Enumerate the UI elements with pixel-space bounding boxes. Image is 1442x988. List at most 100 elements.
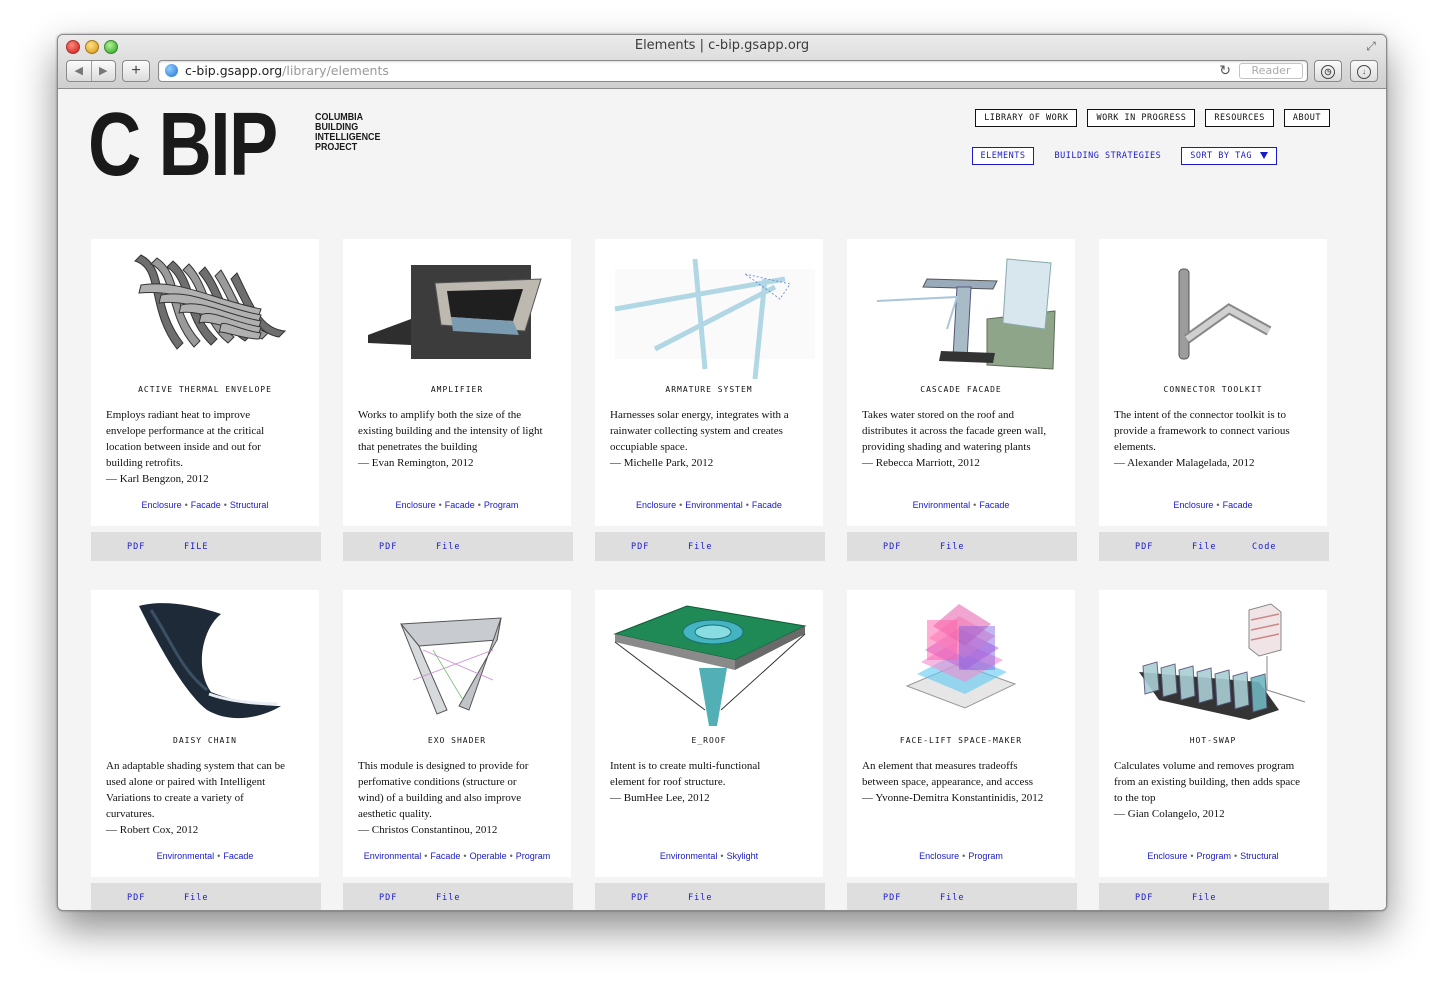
element-image[interactable] (595, 239, 823, 380)
element-image[interactable] (847, 239, 1075, 379)
download-link-file[interactable]: File (1192, 893, 1216, 903)
download-link-file[interactable]: FILE (184, 542, 208, 552)
nav-about[interactable]: ABOUT (1283, 109, 1330, 127)
forward-button[interactable]: ▶ (90, 61, 116, 81)
download-link-pdf[interactable]: PDF (379, 893, 397, 903)
tag-link[interactable]: Facade (191, 500, 221, 510)
element-description: Employs radiant heat to improve envelope … (106, 407, 306, 487)
download-link-pdf[interactable]: PDF (883, 893, 901, 903)
download-link-file[interactable]: File (436, 542, 460, 552)
download-link-file[interactable]: File (1192, 542, 1216, 552)
site-logo[interactable]: C BIP (88, 95, 278, 195)
element-title[interactable]: ACTIVE THERMAL ENVELOPE (91, 385, 319, 394)
element-title[interactable]: CASCADE FACADE (847, 385, 1075, 394)
element-title[interactable]: HOT-SWAP (1099, 736, 1327, 745)
back-button[interactable]: ◀ (67, 61, 91, 81)
download-link-file[interactable]: File (688, 893, 712, 903)
element-image[interactable] (595, 590, 823, 730)
element-download-bar: PDF FILE (91, 532, 321, 561)
tag-link[interactable]: Enclosure (142, 500, 182, 510)
description-line: aesthetic quality. (358, 808, 432, 820)
new-tab-button[interactable]: + (122, 60, 150, 82)
download-link-pdf[interactable]: PDF (127, 542, 145, 552)
tag-link[interactable]: Program (1197, 851, 1232, 861)
url-text[interactable]: c-bip.gsapp.org/library/elements (185, 63, 389, 78)
element-download-bar: PDF File (847, 532, 1077, 561)
element-download-bar: PDF File (343, 532, 573, 561)
tag-link[interactable]: Structural (230, 500, 269, 510)
element-title[interactable]: AMPLIFIER (343, 385, 571, 394)
description-line: perfomative conditions (structure or (358, 776, 517, 788)
tag-link[interactable]: Facade (430, 851, 460, 861)
address-bar[interactable]: c-bip.gsapp.org/library/elements ↻ Reade… (158, 60, 1308, 82)
history-button[interactable]: ◷ (1314, 60, 1342, 82)
tag-link[interactable]: Enclosure (1147, 851, 1187, 861)
element-image[interactable] (91, 590, 319, 730)
description-line: to the top (1114, 792, 1156, 804)
nav-work-in-progress[interactable]: WORK IN PROGRESS (1087, 109, 1196, 127)
fullscreen-icon[interactable]: ⤢ (1364, 39, 1378, 53)
tag-link[interactable]: Operable (470, 851, 507, 861)
download-link-file[interactable]: File (940, 542, 964, 552)
tag-link[interactable]: Enclosure (396, 500, 436, 510)
download-link-file[interactable]: File (436, 893, 460, 903)
tag-link[interactable]: Enclosure (636, 500, 676, 510)
download-link-pdf[interactable]: PDF (1135, 542, 1153, 552)
subnav-building-strategies[interactable]: BUILDING STRATEGIES (1054, 151, 1161, 161)
description-line: The intent of the connector toolkit is t… (1114, 409, 1286, 421)
element-title[interactable]: ARMATURE SYSTEM (595, 385, 823, 394)
tag-link[interactable]: Environmental (364, 851, 422, 861)
element-image[interactable] (343, 239, 571, 379)
element-title[interactable]: EXO SHADER (343, 736, 571, 745)
download-link-file[interactable]: File (184, 893, 208, 903)
subnav-elements[interactable]: ELEMENTS (971, 147, 1035, 165)
tag-link[interactable]: Skylight (727, 851, 759, 861)
element-image[interactable] (1099, 239, 1327, 379)
element-description: This module is designed to provide for pe… (358, 758, 558, 838)
nav-library-of-work[interactable]: LIBRARY OF WORK (975, 109, 1078, 127)
element-title[interactable]: CONNECTOR TOOLKIT (1099, 385, 1327, 394)
downloads-button[interactable]: ↓ (1350, 60, 1378, 82)
tag-link[interactable]: Facade (445, 500, 475, 510)
tag-link[interactable]: Structural (1240, 851, 1279, 861)
nav-resources[interactable]: RESOURCES (1205, 109, 1274, 127)
element-title[interactable]: E_ROOF (595, 736, 823, 745)
element-author: — Christos Constantinou, 2012 (358, 824, 498, 836)
element-image[interactable] (91, 239, 319, 379)
description-line: provide a framework to connect various (1114, 425, 1290, 437)
tag-link[interactable]: Facade (1223, 500, 1253, 510)
element-title[interactable]: DAISY CHAIN (91, 736, 319, 745)
tag-link[interactable]: Facade (223, 851, 253, 861)
reload-icon[interactable]: ↻ (1219, 62, 1231, 79)
download-link-pdf[interactable]: PDF (1135, 893, 1153, 903)
element-image[interactable] (343, 590, 571, 730)
reader-button[interactable]: Reader (1239, 63, 1303, 79)
download-link-file[interactable]: File (688, 542, 712, 552)
tag-link[interactable]: Facade (752, 500, 782, 510)
element-image[interactable] (847, 590, 1075, 730)
tag-link[interactable]: Program (484, 500, 519, 510)
element-download-bar: PDF File (847, 883, 1077, 910)
tag-link[interactable]: Facade (979, 500, 1009, 510)
download-link-pdf[interactable]: PDF (127, 893, 145, 903)
element-image[interactable] (1099, 590, 1327, 730)
download-link-file[interactable]: File (940, 893, 964, 903)
element-title[interactable]: FACE-LIFT SPACE-MAKER (847, 736, 1075, 745)
tag-link[interactable]: Enclosure (919, 851, 959, 861)
tag-separator: • (424, 851, 428, 861)
tag-link[interactable]: Environmental (685, 500, 743, 510)
url-host: c-bip.gsapp.org (185, 63, 283, 78)
element-description: The intent of the connector toolkit is t… (1114, 407, 1314, 471)
tag-link[interactable]: Program (968, 851, 1003, 861)
tag-link[interactable]: Environmental (913, 500, 971, 510)
tag-link[interactable]: Environmental (157, 851, 215, 861)
download-link-pdf[interactable]: PDF (631, 542, 649, 552)
tag-link[interactable]: Enclosure (1173, 500, 1213, 510)
download-link-pdf[interactable]: PDF (883, 542, 901, 552)
tag-link[interactable]: Program (516, 851, 551, 861)
download-link-pdf[interactable]: PDF (379, 542, 397, 552)
download-link-pdf[interactable]: PDF (631, 893, 649, 903)
tag-link[interactable]: Environmental (660, 851, 718, 861)
sort-by-tag-dropdown[interactable]: SORT BY TAG (1181, 147, 1277, 165)
download-link-code[interactable]: Code (1252, 542, 1276, 552)
